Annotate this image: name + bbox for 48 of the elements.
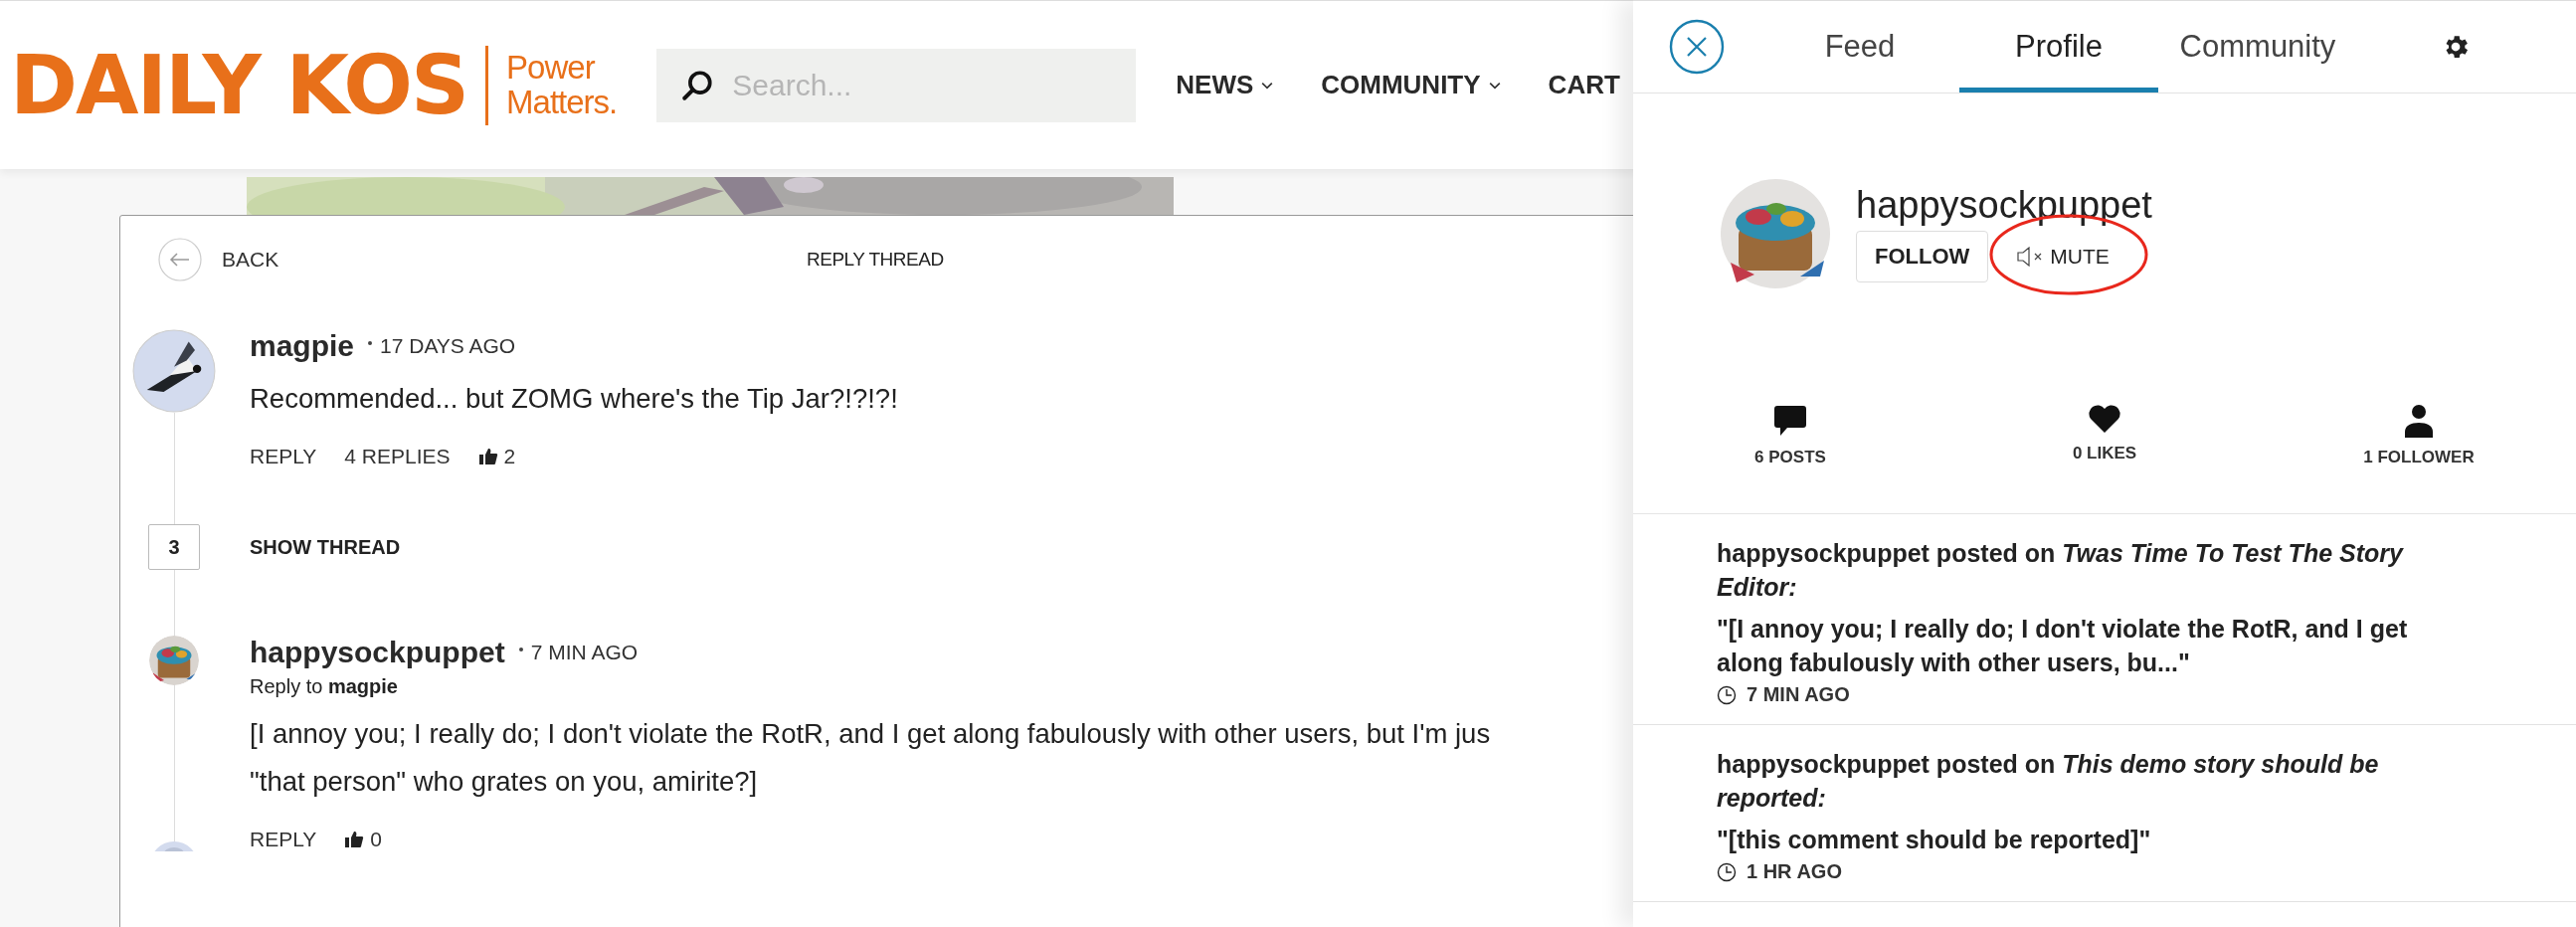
reply-to-label: Reply to magpie [250,675,399,698]
activity-time: 1 HR AGO [1747,860,1842,883]
activity-time: 7 MIN AGO [1747,683,1850,706]
nav-link[interactable]: COMMUNITY [1321,70,1501,100]
activity-heading: happysockpuppet posted on Twas Time To Test The Story Editor: [1717,538,2405,603]
thumbs-up-icon [344,831,365,848]
stat-label[interactable]: 1 FOLLOWER [2363,448,2475,467]
back-button[interactable]: BACK [158,238,279,281]
follow-button[interactable]: FOLLOW [1856,230,1989,282]
site-tagline: Power Matters. [506,50,618,120]
search-icon [680,68,715,102]
comment-time: 7 MIN AGO [530,641,639,664]
comment-action-link[interactable]: 4 REPLIES [344,445,451,468]
like-button[interactable]: 0 [344,828,382,851]
comment-text: Recommended... but ZOMG where's the Tip Jar?!?!?! [250,382,898,416]
modal-title: REPLY THREAD [807,249,944,271]
nav-link[interactable]: CART [1548,70,1620,100]
comment-time: 17 DAYS AGO [380,334,516,358]
person-icon [2404,404,2434,438]
back-label[interactable]: BACK [222,248,279,272]
clock-icon [1717,684,1737,705]
panel-tab[interactable]: Feed [1760,1,1959,93]
comment-author[interactable]: happysockpuppet [250,636,505,669]
search-field[interactable]: Search... [656,48,1137,122]
panel-tab[interactable]: Profile [1959,1,2158,93]
activity-item[interactable]: happysockpuppet posted on This demo story should be reported: "[this comment should be reported]" 1 HR AGO [1633,725,2576,902]
activity-quote: "[this comment should be reported]" [1717,825,2152,855]
nav-link[interactable]: NEWS [1176,70,1274,100]
comment-author[interactable]: magpie [250,329,355,363]
profile-username: happysockpuppet [1856,185,2152,227]
stat-label[interactable]: 0 LIKES [2072,444,2137,464]
activity-item[interactable]: happysockpuppet posted on Twas Time To Test The Story Editor: "[I annoy you; I really do; I don't violate the RotR, and I get along fabulously with other users, bu..." 7 MIN AGO [1633,514,2576,725]
speech-bubble-icon [1773,404,1807,438]
stat-label[interactable]: 6 POSTS [1754,448,1826,467]
reply-count-badge[interactable]: 3 [148,524,200,570]
comment-action-link[interactable]: REPLY [250,445,317,468]
thumbs-up-icon [477,448,498,465]
activity-heading: happysockpuppet posted on This demo story should be reported: [1717,749,2380,814]
activity-quote: "[I annoy you; I really do; I don't violate the RotR, and I get along fabulously with other users, bu..." [1717,614,2409,678]
chevron-down-icon [1261,81,1274,90]
clock-icon [1717,861,1737,882]
heart-icon [2088,404,2121,434]
show-thread-link[interactable]: SHOW THREAD [250,535,401,559]
panel-tab[interactable]: Community [2158,1,2357,93]
like-button[interactable]: 2 [477,445,516,468]
chevron-down-icon [1488,81,1501,90]
comment-action-link[interactable]: REPLY [250,828,317,851]
comment-text: [I annoy you; I really do; I don't violate the RotR, and I get along fabulously with other users, but I'm jus "that person" who grates on you, amirite?] [250,717,1491,799]
